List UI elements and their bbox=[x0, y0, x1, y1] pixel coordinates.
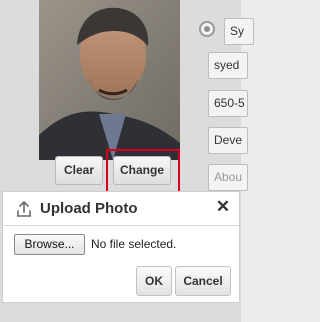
department-field[interactable]: Deve bbox=[208, 127, 248, 154]
ok-button[interactable]: OK bbox=[136, 266, 172, 296]
cancel-button[interactable]: Cancel bbox=[175, 266, 231, 296]
phone-field[interactable]: 650-5 bbox=[208, 90, 248, 117]
system-field[interactable]: Sy bbox=[224, 18, 254, 45]
username-field[interactable]: syed bbox=[208, 52, 248, 79]
profile-photo bbox=[39, 0, 180, 160]
change-photo-button[interactable]: Change bbox=[113, 156, 171, 185]
clear-photo-button[interactable]: Clear bbox=[55, 156, 103, 185]
browse-button[interactable]: Browse... bbox=[14, 234, 85, 255]
dialog-header: Upload Photo ✕ bbox=[3, 192, 239, 226]
about-field[interactable]: Abou bbox=[208, 164, 248, 191]
profile-photo-image bbox=[39, 0, 180, 160]
close-icon[interactable]: ✕ bbox=[214, 198, 232, 216]
bottom-background bbox=[0, 304, 241, 322]
dialog-title: Upload Photo bbox=[40, 200, 138, 217]
system-radio[interactable] bbox=[199, 21, 215, 37]
upload-photo-dialog: Upload Photo ✕ Browse... No file selecte… bbox=[2, 191, 240, 303]
upload-icon bbox=[15, 200, 33, 218]
file-status-text: No file selected. bbox=[91, 237, 177, 251]
